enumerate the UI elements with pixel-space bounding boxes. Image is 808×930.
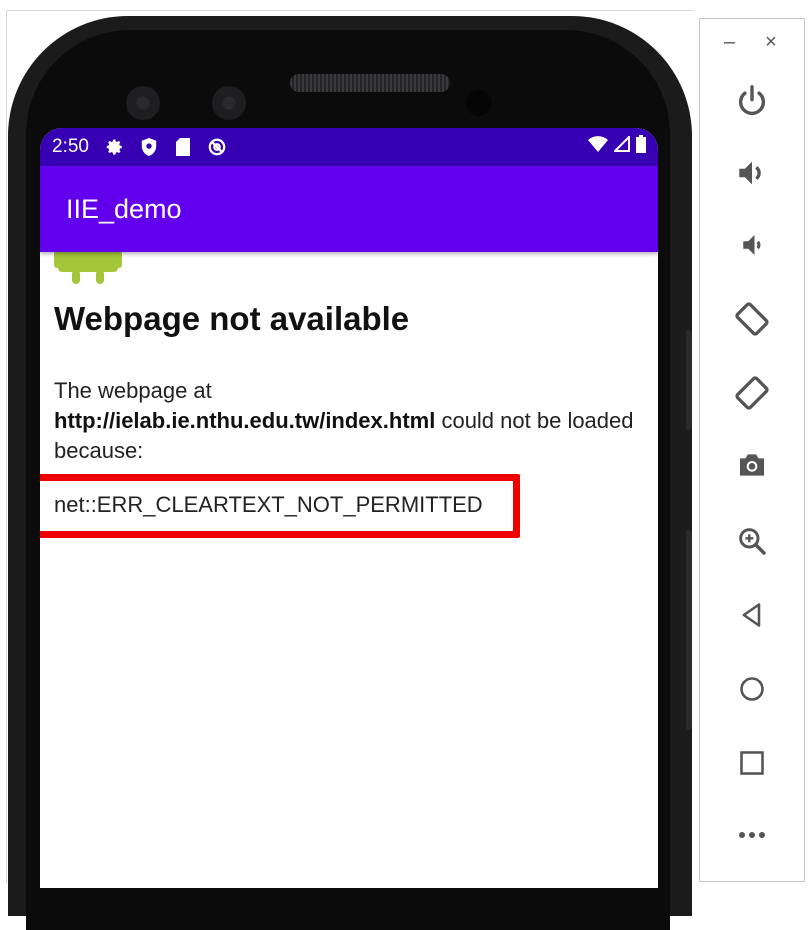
error-heading: Webpage not available [54, 300, 410, 337]
android-robot-icon [54, 250, 122, 295]
screenshot-button[interactable] [726, 439, 778, 491]
phone-volume-button [686, 530, 692, 730]
overview-button[interactable] [726, 737, 778, 789]
highlight-box [40, 474, 520, 538]
minimize-button[interactable]: – [724, 31, 735, 54]
app-title: IIE_demo [66, 193, 182, 224]
error-description: The webpage at http://ielab.ie.nthu.edu.… [54, 376, 644, 466]
shield-icon [139, 137, 159, 157]
zoom-icon [739, 528, 766, 555]
status-bar: 2:50 [40, 128, 658, 166]
wifi-icon [588, 136, 608, 158]
emulator-toolbar: – × [699, 18, 805, 882]
zoom-button[interactable] [726, 515, 778, 567]
volume-up-button[interactable] [726, 147, 778, 199]
back-icon [742, 603, 761, 627]
status-time: 2:50 [52, 136, 89, 157]
front-camera-left [126, 86, 160, 120]
battery-icon [636, 135, 646, 159]
rotate-left-button[interactable] [726, 293, 778, 345]
at-sign-icon [207, 137, 227, 157]
signal-icon [612, 134, 630, 158]
phone-screen: 2:50 IIE_demo Webpage not available The … [40, 128, 658, 888]
proximity-sensor [466, 90, 492, 116]
volume-down-button[interactable] [726, 219, 778, 271]
gear-icon [105, 137, 125, 157]
front-camera-right [212, 86, 246, 120]
error-text-before: The webpage at [54, 378, 212, 403]
volume-down-icon [743, 235, 761, 255]
more-button[interactable] [726, 809, 778, 861]
sd-card-icon [173, 137, 193, 157]
rotate-right-button[interactable] [726, 367, 778, 419]
home-icon [740, 677, 764, 701]
phone-power-button [686, 330, 692, 430]
back-button[interactable] [726, 589, 778, 641]
app-bar: IIE_demo [40, 166, 658, 252]
close-button[interactable]: × [765, 31, 777, 54]
earpiece-speaker [290, 74, 450, 92]
camera-icon [740, 454, 764, 476]
home-button[interactable] [726, 663, 778, 715]
error-url: http://ielab.ie.nthu.edu.tw/index.html [54, 408, 436, 433]
overview-icon [740, 751, 764, 775]
power-icon [739, 85, 765, 116]
more-icon [739, 832, 765, 838]
rotate-left-icon [735, 302, 769, 336]
rotate-right-icon [735, 376, 769, 410]
volume-up-icon [739, 161, 761, 185]
power-button[interactable] [726, 75, 778, 127]
